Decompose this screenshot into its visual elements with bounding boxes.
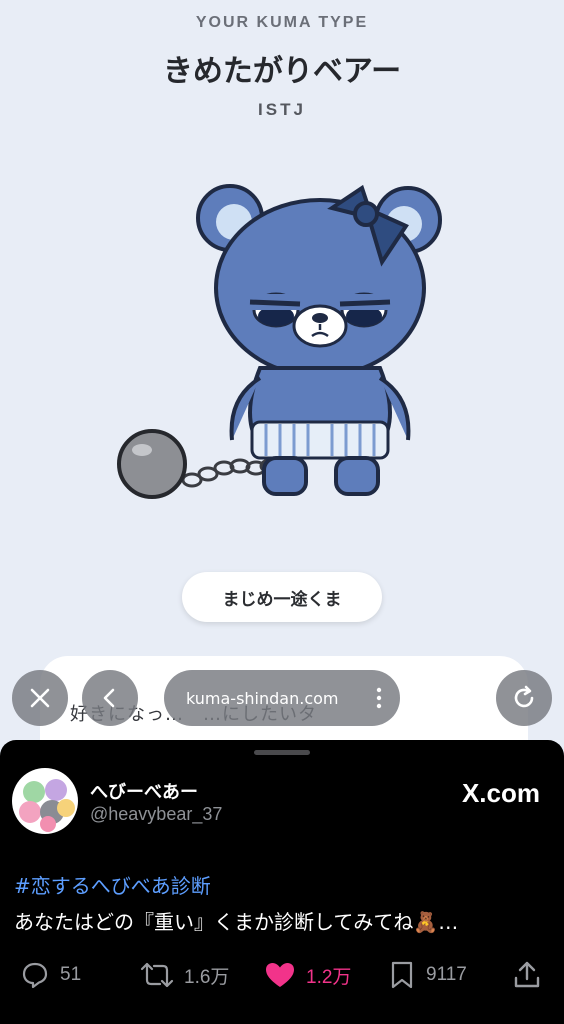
- reload-button[interactable]: [496, 670, 552, 726]
- x-com-text: X.com: [461, 778, 540, 808]
- tweet-sheet: へびーべあー @heavybear_37 X.com #恋するへびべあ診断 あな…: [0, 740, 564, 1024]
- user-handle[interactable]: @heavybear_37: [90, 804, 222, 825]
- reload-icon: [514, 685, 534, 708]
- share-icon: [514, 961, 540, 988]
- close-icon: [30, 688, 50, 708]
- bookmark-count: 9117: [426, 964, 467, 985]
- share-button[interactable]: [512, 960, 552, 990]
- url-bar[interactable]: kuma-shindan.com: [164, 670, 400, 726]
- source-label[interactable]: X.com: [462, 778, 540, 809]
- reply-count: 51: [60, 964, 82, 985]
- mbti-type: ISTJ: [258, 100, 306, 119]
- retweet-button[interactable]: 1.6万: [140, 960, 229, 990]
- web-page-content: YOUR KUMA TYPE きめたがりベアー ISTJ まじめ一途くま: [0, 0, 564, 740]
- hashtag-link[interactable]: #恋するへびべあ診断: [14, 870, 211, 899]
- trait-pill: まじめ一途くま: [182, 572, 382, 622]
- url-text: kuma-shindan.com: [186, 688, 339, 708]
- heart-icon: [266, 963, 294, 987]
- tweet-text: あなたはどの『重い』くまか診断してみてね🧸…: [14, 910, 459, 934]
- retweet-count: 1.6万: [184, 966, 230, 988]
- display-name[interactable]: へびーべあー: [90, 778, 198, 804]
- retweet-icon: [140, 962, 174, 988]
- like-button[interactable]: 1.2万: [264, 960, 351, 990]
- kuma-type-title: きめたがりベアー: [162, 54, 402, 89]
- close-button[interactable]: [12, 670, 68, 726]
- bear-illustration: [117, 184, 442, 499]
- reply-icon: [22, 962, 48, 989]
- bookmark-button[interactable]: 9117: [388, 960, 467, 990]
- like-count: 1.2万: [306, 966, 352, 988]
- avatar[interactable]: [12, 768, 78, 834]
- bookmark-icon: [391, 961, 413, 989]
- chevron-left-icon: [103, 688, 115, 708]
- bear-group-avatar-image: [19, 779, 75, 832]
- sheet-drag-handle[interactable]: [254, 750, 310, 755]
- kuma-type-eyebrow: YOUR KUMA TYPE: [195, 14, 369, 31]
- back-button[interactable]: [82, 670, 138, 726]
- more-vertical-icon[interactable]: [376, 687, 382, 709]
- reply-button[interactable]: 51: [20, 960, 81, 990]
